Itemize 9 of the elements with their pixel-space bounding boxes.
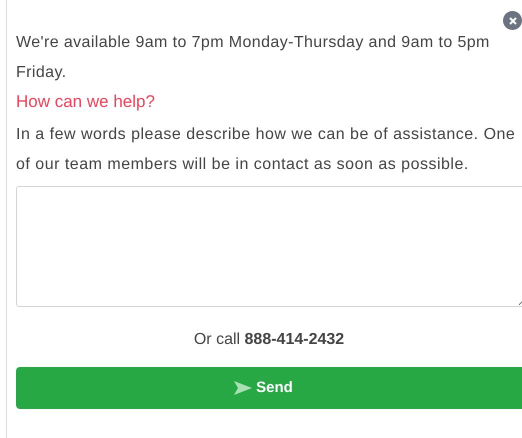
message-field[interactable] [16,186,522,307]
send-button[interactable]: Send [16,367,522,409]
availability-text: We're available 9am to 7pm Monday-Thursday and 9am to 5pm Friday. [16,33,491,83]
send-icon [234,381,252,395]
call-text: Or call 888-414-2432 [192,330,346,350]
close-icon [508,16,516,24]
description-text: In a few words please describe how we can be of assistance. One of our team members will be in contact as soon as possible. [16,125,516,175]
close-button[interactable] [503,11,522,30]
help-heading: How can we help? [16,91,155,113]
